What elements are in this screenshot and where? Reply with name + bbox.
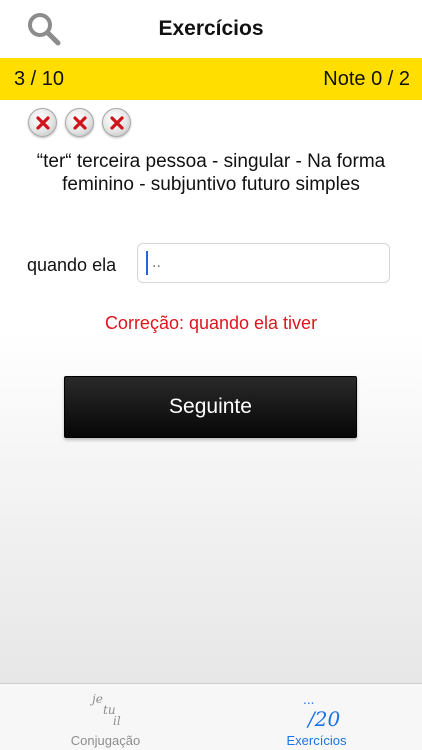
- progress-bar: 3 / 10 Note 0 / 2: [0, 58, 422, 100]
- tab-label-conjugacao: Conjugação: [70, 733, 141, 748]
- correction-text: Correção: quando ela tiver: [104, 313, 318, 333]
- next-button[interactable]: Seguinte: [64, 376, 357, 438]
- text-caret: [146, 251, 148, 275]
- navigation-bar: Exercícios: [0, 0, 422, 58]
- answer-prefix-label: quando ela: [27, 255, 117, 275]
- question-counter: 3 / 10: [14, 68, 65, 90]
- answer-input[interactable]: [137, 243, 390, 283]
- red-cross-icon: [65, 108, 94, 137]
- page-title: Exercícios: [158, 17, 264, 40]
- tab-conjugacao[interactable]: je tu il Conjugação: [0, 684, 211, 750]
- svg-text:/20: /20: [306, 707, 340, 730]
- result-marks: [28, 108, 131, 138]
- exercise-question: “ter“ terceira pessoa - singular - Na fo…: [36, 151, 386, 195]
- red-cross-icon: [28, 108, 57, 137]
- red-cross-icon: [102, 108, 131, 137]
- score-20-icon: ... /20: [303, 693, 340, 730]
- tab-bar: je tu il Conjugação ... /20 Exercícios: [0, 683, 422, 750]
- je-tu-il-icon: je tu il: [89, 692, 121, 728]
- tab-label-exercicios: Exercícios: [286, 733, 347, 748]
- tab-exercicios[interactable]: ... /20 Exercícios: [211, 684, 422, 750]
- score-label: Note 0 / 2: [323, 68, 410, 90]
- svg-text:il: il: [113, 714, 121, 728]
- svg-text:je: je: [89, 692, 103, 706]
- svg-text:...: ...: [303, 693, 314, 707]
